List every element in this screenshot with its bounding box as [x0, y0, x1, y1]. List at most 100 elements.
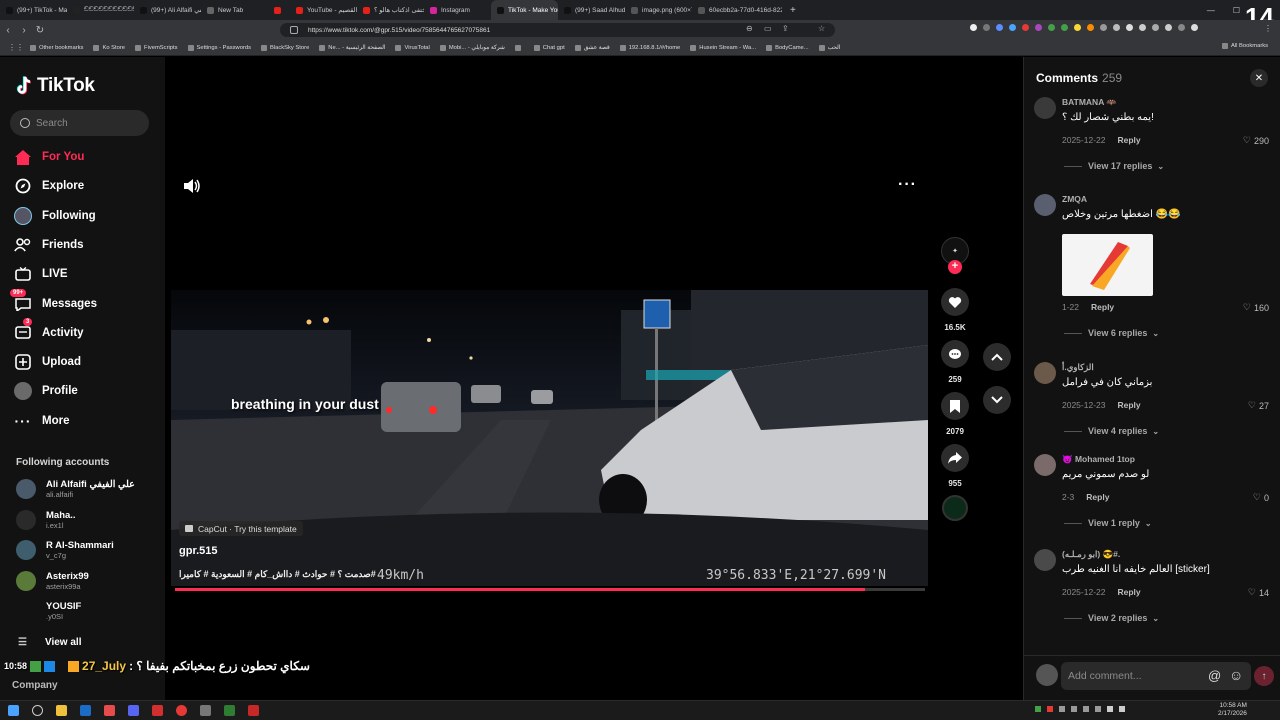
save-action[interactable]: 2079	[940, 392, 970, 436]
browser-tab[interactable]: ان اختفى اذكتاب هالو ؟ - YouTube	[357, 0, 424, 20]
avatar[interactable]	[1034, 454, 1056, 476]
comment-like[interactable]: ♡ 14	[1248, 587, 1269, 598]
view-replies-button[interactable]: View 17 replies ⌄	[1064, 161, 1164, 171]
bookmark-item[interactable]: قصة عشق	[574, 44, 610, 51]
company-link[interactable]: Company	[12, 680, 58, 691]
extension-icon[interactable]	[1087, 24, 1094, 31]
tray-icon[interactable]	[1047, 706, 1053, 712]
reply-button[interactable]: Reply	[1091, 302, 1114, 312]
following-account[interactable]: Ali Alfaifi علي الفيفي ali.alfaifi	[16, 479, 135, 499]
sidebar-item-following[interactable]: Following	[14, 206, 96, 225]
comment-like[interactable]: ♡ 160	[1243, 302, 1269, 313]
avatar[interactable]	[1034, 362, 1056, 384]
bookmark-item[interactable]: 192.168.8.1/#/home	[619, 44, 680, 51]
previous-video-chevron-up-icon[interactable]	[983, 343, 1011, 371]
reload-icon[interactable]: ↻	[32, 25, 48, 36]
browser-tab[interactable]: New Tab	[201, 0, 268, 20]
bookmark-item[interactable]: VirusTotal	[395, 44, 430, 51]
comment-like[interactable]: ♡ 0	[1253, 492, 1269, 503]
creator-avatar[interactable]: ✦ +	[940, 237, 970, 274]
new-tab-button[interactable]: +	[790, 5, 796, 16]
extension-icon[interactable]	[1126, 24, 1133, 31]
cast-icon[interactable]: ▭	[764, 24, 772, 33]
comment-username[interactable]: الزكاوي.أ	[1062, 362, 1094, 373]
share-arrow-icon[interactable]	[941, 444, 969, 472]
extension-icon[interactable]	[1061, 24, 1068, 31]
wifi-icon[interactable]	[1107, 706, 1113, 712]
video-frame[interactable]: breathing in your dust 49km/h 39°56.833'…	[171, 290, 928, 586]
tray-icon[interactable]	[1095, 706, 1101, 712]
sidebar-item-for-you[interactable]: For You	[14, 148, 84, 166]
comment-icon[interactable]	[941, 340, 969, 368]
heart-icon[interactable]	[941, 288, 969, 316]
extension-icon[interactable]	[1022, 24, 1029, 31]
emoji-icon[interactable]: ☺	[1229, 667, 1243, 683]
valorant-icon[interactable]	[152, 705, 163, 716]
tray-icon[interactable]	[1071, 706, 1077, 712]
avatar[interactable]	[1034, 549, 1056, 571]
browser-tab[interactable]: (99+) TikTok - Make Your Day	[0, 0, 67, 20]
mention-icon[interactable]: @	[1208, 668, 1221, 683]
minimize-icon[interactable]: —	[1207, 6, 1215, 15]
maps-pin-icon[interactable]	[248, 705, 259, 716]
site-info-icon[interactable]	[290, 26, 298, 34]
extension-icon[interactable]	[1048, 24, 1055, 31]
extension-icon[interactable]	[1178, 24, 1185, 31]
extension-icon[interactable]	[1074, 24, 1081, 31]
following-account[interactable]: YOUSIF .y0SI	[16, 601, 81, 621]
reply-button[interactable]: Reply	[1117, 400, 1140, 410]
sidebar-item-more[interactable]: ··· More	[14, 412, 70, 430]
avatar[interactable]	[1034, 97, 1056, 119]
bookmark-item[interactable]: FivemScripts	[135, 44, 178, 51]
extension-icon[interactable]	[983, 24, 990, 31]
reply-button[interactable]: Reply	[1117, 587, 1140, 597]
following-account[interactable]: Asterix99 asterix99a	[16, 570, 89, 591]
capcut-template-chip[interactable]: CapCut · Try this template	[179, 521, 303, 536]
browser-tab[interactable]: ඞඞඞඞඞඞඞඞඞඞඞඞඞඞඞ	[67, 0, 134, 20]
sidebar-item-profile[interactable]: Profile	[14, 382, 78, 401]
bookmark-item[interactable]: Chat gpt	[533, 44, 565, 51]
tray-icon[interactable]	[1083, 706, 1089, 712]
bookmark-item[interactable]: Ko Store	[93, 44, 125, 51]
discord-icon[interactable]	[128, 705, 139, 716]
bookmark-item[interactable]: Other bookmarks	[30, 44, 83, 51]
view-replies-button[interactable]: View 6 replies ⌄	[1064, 328, 1159, 338]
comment-username[interactable]: BATMANA 🦇	[1062, 97, 1117, 108]
comment-username[interactable]: ZMQA	[1062, 194, 1087, 204]
bookmark-item[interactable]: BodyCame...	[766, 44, 809, 51]
forward-icon[interactable]: ›	[16, 25, 32, 36]
sidebar-item-friends[interactable]: Friends	[14, 236, 84, 254]
extension-icon[interactable]	[1035, 24, 1042, 31]
extension-icon[interactable]	[1165, 24, 1172, 31]
video-more-options-icon[interactable]: ···	[898, 176, 917, 194]
obs-icon[interactable]	[176, 705, 187, 716]
comment-like[interactable]: ♡ 27	[1248, 400, 1269, 411]
comment-action[interactable]: 259	[940, 340, 970, 384]
settings-icon[interactable]	[200, 705, 211, 716]
video-author[interactable]: gpr.515	[179, 545, 218, 557]
bookmark-icon[interactable]	[941, 392, 969, 420]
comment-input[interactable]: Add comment... @ ☺	[1061, 662, 1251, 690]
bookmark-item[interactable]	[514, 44, 524, 51]
bookmark-star-icon[interactable]: ☆	[818, 24, 825, 33]
follow-plus-button[interactable]: +	[948, 260, 962, 274]
sidebar-item-messages[interactable]: 99+ Messages	[10, 288, 97, 313]
view-replies-button[interactable]: View 1 reply ⌄	[1064, 518, 1152, 528]
volume-tray-icon[interactable]	[1119, 706, 1125, 712]
avatar[interactable]	[1034, 194, 1056, 216]
extension-icon[interactable]	[970, 24, 977, 31]
share-icon[interactable]: ⇪	[782, 24, 789, 33]
bookmark-item[interactable]: Settings - Passwords	[187, 44, 251, 51]
comment-sticker-image[interactable]	[1062, 234, 1153, 296]
music-disc-icon[interactable]	[942, 495, 968, 521]
bookmark-item[interactable]: Husein Stream - Wa...	[690, 44, 756, 51]
browser-tab[interactable]: (99+) Saad Alhudaithy (@saad	[558, 0, 625, 20]
sidebar-item-explore[interactable]: Explore	[14, 177, 84, 195]
chrome-icon[interactable]	[104, 705, 115, 716]
browser-tab[interactable]: Instagram	[424, 0, 491, 20]
video-progress-bar[interactable]	[175, 588, 925, 591]
reply-button[interactable]: Reply	[1117, 135, 1140, 145]
extension-icon[interactable]	[996, 24, 1003, 31]
browser-tab[interactable]: 60ecbb2a-77d0-416d-8225-4	[692, 0, 782, 20]
following-account[interactable]: Maha.. i.ex1l	[16, 509, 76, 530]
